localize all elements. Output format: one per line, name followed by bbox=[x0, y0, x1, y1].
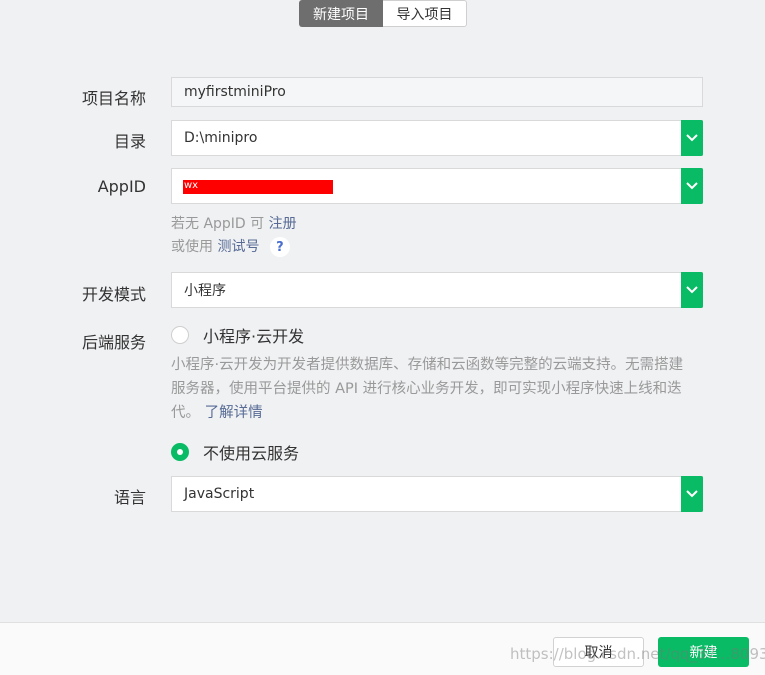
cloud-description: 小程序·云开发为开发者提供数据库、存储和云函数等完整的云端支持。无需搭建 服务器… bbox=[171, 353, 706, 425]
tab-import-project[interactable]: 导入项目 bbox=[383, 0, 467, 27]
use-text: 或使用 bbox=[171, 239, 213, 255]
dev-mode-value: 小程序 bbox=[184, 283, 226, 299]
watermark: https://blog.csdn.net/qq_37...8093 bbox=[510, 645, 765, 663]
language-select[interactable]: JavaScript bbox=[171, 476, 703, 512]
directory-value: D:\minipro bbox=[184, 130, 258, 146]
test-account-link[interactable]: 测试号 bbox=[217, 239, 259, 255]
chevron-down-icon[interactable] bbox=[681, 168, 703, 204]
test-account-hint: 或使用 测试号 ? bbox=[171, 236, 290, 257]
language-value: JavaScript bbox=[184, 486, 255, 502]
cloud-desc-line3: 代。 了解详情 bbox=[171, 401, 706, 425]
cloud-desc-line2: 服务器，使用平台提供的 API 进行核心业务开发，即可实现小程序快速上线和迭 bbox=[171, 381, 682, 397]
backend-label: 后端服务 bbox=[81, 333, 146, 352]
project-name-input[interactable]: myfirstminiPro bbox=[171, 77, 703, 107]
radio-unchecked-icon[interactable] bbox=[171, 326, 189, 344]
appid-value: wx bbox=[184, 180, 199, 191]
cloud-desc-line1: 小程序·云开发为开发者提供数据库、存储和云函数等完整的云端支持。无需搭建 bbox=[171, 357, 684, 373]
no-appid-text: 若无 AppID 可 bbox=[171, 216, 265, 232]
radio-cloud-label: 小程序·云开发 bbox=[203, 327, 305, 346]
radio-no-cloud[interactable]: 不使用云服务 bbox=[171, 440, 299, 464]
appid-redaction bbox=[183, 180, 333, 194]
language-label: 语言 bbox=[113, 488, 146, 507]
project-tabs: 新建项目 导入项目 bbox=[299, 0, 467, 27]
register-link[interactable]: 注册 bbox=[269, 216, 297, 232]
radio-no-cloud-label: 不使用云服务 bbox=[203, 444, 300, 463]
appid-label: AppID bbox=[97, 177, 146, 196]
project-name-label: 项目名称 bbox=[81, 89, 146, 108]
cloud-desc-end: 代。 bbox=[171, 405, 200, 421]
chevron-down-icon[interactable] bbox=[681, 120, 703, 156]
chevron-down-icon[interactable] bbox=[681, 272, 703, 308]
tab-new-project[interactable]: 新建项目 bbox=[299, 0, 383, 27]
appid-register-hint: 若无 AppID 可 注册 bbox=[171, 213, 297, 233]
directory-select[interactable]: D:\minipro bbox=[171, 120, 703, 156]
radio-cloud-dev[interactable]: 小程序·云开发 bbox=[171, 323, 304, 347]
chevron-down-icon[interactable] bbox=[681, 476, 703, 512]
radio-checked-icon[interactable] bbox=[171, 443, 189, 461]
directory-label: 目录 bbox=[113, 132, 146, 151]
dev-mode-select[interactable]: 小程序 bbox=[171, 272, 703, 308]
dev-mode-label: 开发模式 bbox=[81, 285, 146, 304]
project-name-value: myfirstminiPro bbox=[184, 84, 286, 100]
learn-more-link[interactable]: 了解详情 bbox=[205, 405, 263, 421]
question-icon[interactable]: ? bbox=[269, 237, 290, 257]
